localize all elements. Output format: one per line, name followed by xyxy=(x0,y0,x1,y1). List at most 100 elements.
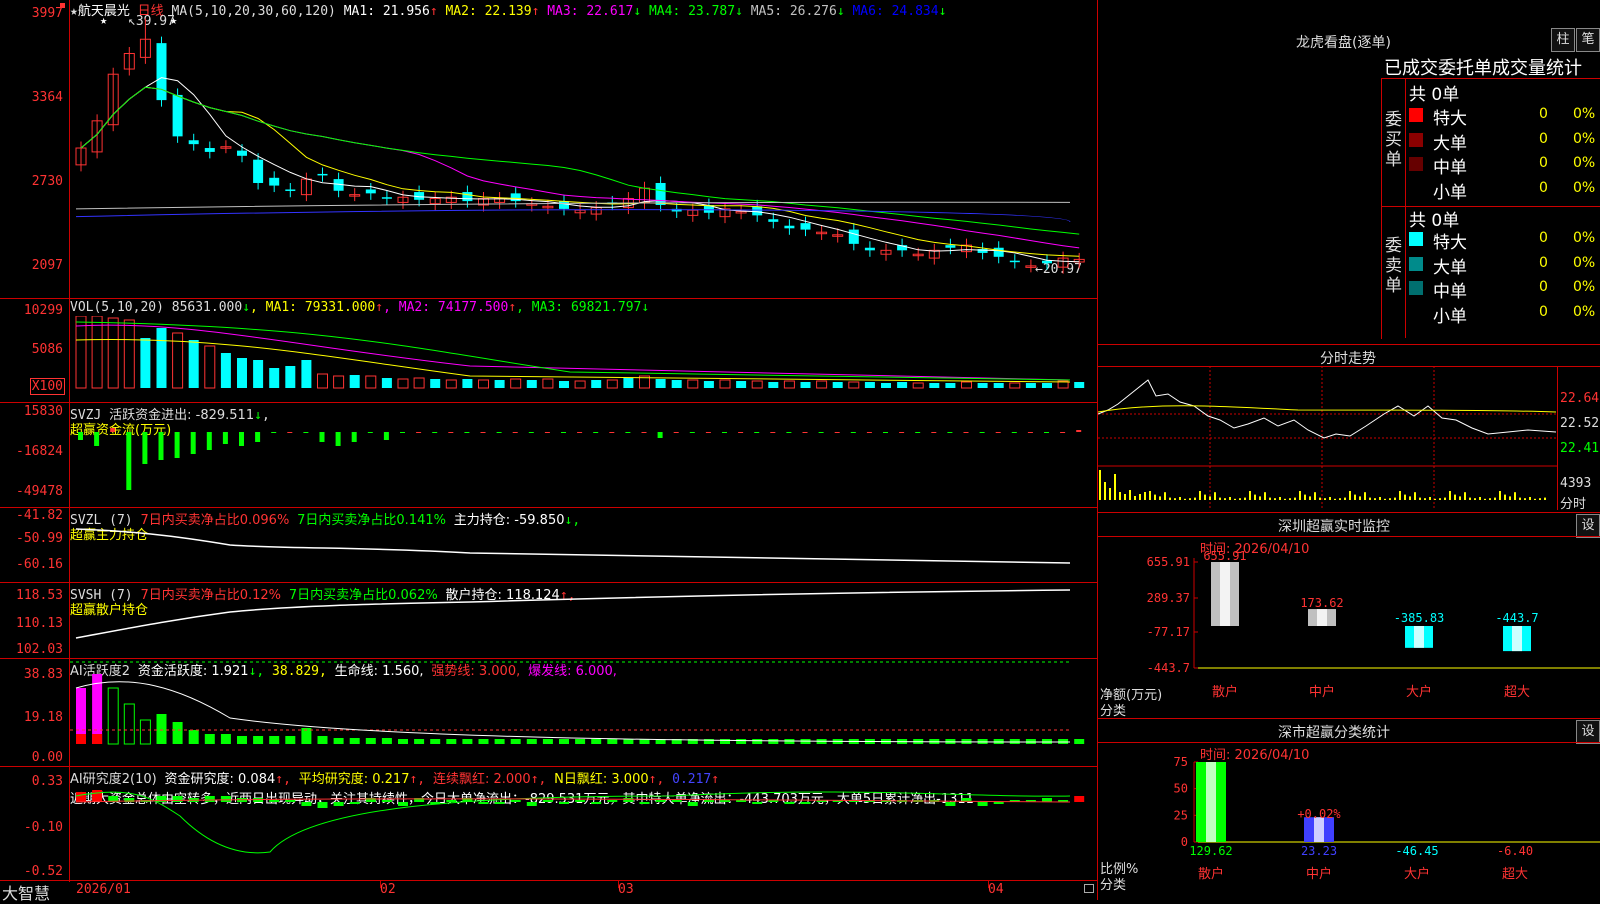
flow-bar xyxy=(544,432,550,433)
intraday-title: 分时走势 xyxy=(1320,351,1376,367)
intraday-vol-bar xyxy=(1249,491,1251,500)
candle-body xyxy=(462,192,473,202)
order-count: 0 xyxy=(1539,130,1548,147)
order-count: 0 xyxy=(1539,230,1548,246)
y-tick: 3997 xyxy=(31,6,63,21)
order-count: 0 xyxy=(1539,254,1548,271)
research-bar xyxy=(494,802,505,804)
research-bar xyxy=(687,802,698,806)
volume-bar xyxy=(1025,383,1036,388)
intraday-vol-bar xyxy=(1134,496,1136,500)
intraday-vol-bar xyxy=(1144,492,1146,500)
order-stats-title: 已成交委托单成交量统计 xyxy=(1384,58,1582,79)
intraday-vol-bar xyxy=(1229,497,1231,500)
candle-body xyxy=(993,247,1004,257)
flow-bar xyxy=(818,432,824,433)
active-bar xyxy=(623,739,634,744)
volume-bar xyxy=(751,380,763,389)
category-label: 大户 xyxy=(1406,684,1432,700)
research-bar xyxy=(76,792,86,802)
volume-bar xyxy=(719,379,731,389)
active-bar xyxy=(285,736,296,744)
intraday-vol-bar xyxy=(1429,497,1431,500)
intraday-vol-bar xyxy=(1114,474,1116,500)
intraday-vol-bar xyxy=(1444,497,1446,500)
flow-bar xyxy=(174,432,180,458)
color-swatch xyxy=(1409,157,1423,171)
main-position-line xyxy=(75,528,1071,564)
volume-bar xyxy=(655,379,666,388)
y-tick: 2730 xyxy=(31,174,63,189)
flow-bar xyxy=(593,432,599,433)
sz-monitor-bar xyxy=(1405,626,1433,648)
flow-bar xyxy=(577,432,583,433)
tick-view-button[interactable]: 笔 xyxy=(1576,28,1600,52)
intraday-vol-bar xyxy=(1414,492,1416,500)
up-arrow: ↑ xyxy=(776,658,784,662)
x-tick-mark xyxy=(988,880,989,888)
flow-bar xyxy=(206,432,212,450)
sell-order-row: 小单 0 0% xyxy=(1409,302,1599,327)
volume-bar xyxy=(800,382,811,388)
flow-bar xyxy=(1044,432,1049,433)
volume-bar xyxy=(897,382,908,388)
intraday-vol-bar xyxy=(1499,491,1501,500)
ma-line xyxy=(80,77,1080,263)
candle-body xyxy=(655,182,666,206)
volume-bar xyxy=(333,375,345,389)
flow-bar xyxy=(722,432,727,433)
research-bar xyxy=(591,802,602,804)
research-bar xyxy=(575,800,586,802)
bar-view-button[interactable]: 柱 xyxy=(1551,28,1575,52)
sz-category-title: 深市超赢分类统计 xyxy=(1278,725,1390,741)
candlestick-chart: ★ ★ xyxy=(75,16,1085,274)
bar-value-label: 173.62 xyxy=(1300,596,1343,610)
right-panel: 龙虎看盘(逐单) 柱 笔 已成交委托单成交量统计 委买单 共 0单 特大 0 0% 大… xyxy=(1098,0,1600,900)
flow-bar xyxy=(158,432,164,460)
svsh-y-axis: 118.53 110.13 102.03 xyxy=(0,582,69,658)
active-bar xyxy=(478,739,489,744)
separator xyxy=(0,298,1098,299)
sz-monitor-title: 深圳超赢实时监控 xyxy=(1278,519,1390,535)
vol-unit-badge[interactable]: X100 xyxy=(29,378,65,395)
volume-bar xyxy=(961,381,972,389)
vol-ma-value: , MA3: 69821.797 xyxy=(516,300,642,315)
order-count: 0 xyxy=(1539,106,1548,122)
active-bar xyxy=(349,738,360,744)
intraday-vol-bar xyxy=(1349,491,1351,500)
y-tick: -0.52 xyxy=(23,864,63,879)
volume-bar xyxy=(623,378,634,388)
active-bar xyxy=(139,719,151,745)
flow-bar xyxy=(512,432,518,433)
research-bar xyxy=(945,802,956,806)
intraday-vol-bar xyxy=(1234,498,1236,500)
flow-bar xyxy=(222,432,228,444)
active-bar xyxy=(381,738,392,744)
intraday-vol-bar xyxy=(1519,497,1521,500)
candle-body xyxy=(204,148,215,152)
sz-category-settings-button[interactable]: 设 xyxy=(1576,720,1600,744)
research-bar xyxy=(623,798,634,802)
flow-bar xyxy=(931,432,937,433)
research-bar xyxy=(752,802,763,804)
main-chart-area[interactable]: ★航天晨光 日线 MA(5,10,20,30,60,120) MA1: 21.9… xyxy=(0,0,1098,903)
research-bar xyxy=(92,790,103,802)
intraday-vol-bar xyxy=(1334,498,1336,500)
y-tick: 15830 xyxy=(23,404,63,419)
retail-position-line xyxy=(75,589,1071,639)
lock-icon[interactable] xyxy=(1084,884,1094,893)
research-bar xyxy=(220,796,231,802)
intraday-vol-bar xyxy=(1109,488,1111,500)
sz-monitor-settings-button[interactable]: 设 xyxy=(1576,514,1600,538)
flow-bar xyxy=(754,432,760,433)
volume-bar xyxy=(816,380,828,389)
volume-bar xyxy=(430,379,441,388)
active-bar xyxy=(430,739,441,744)
intraday-vol-bar xyxy=(1194,497,1196,500)
ma-line xyxy=(75,209,1071,223)
color-swatch xyxy=(1409,281,1423,295)
volume-bar xyxy=(703,381,714,388)
candle-body xyxy=(317,173,328,176)
buy-total: 共 0单 xyxy=(1409,85,1460,105)
research-bar xyxy=(703,800,714,802)
